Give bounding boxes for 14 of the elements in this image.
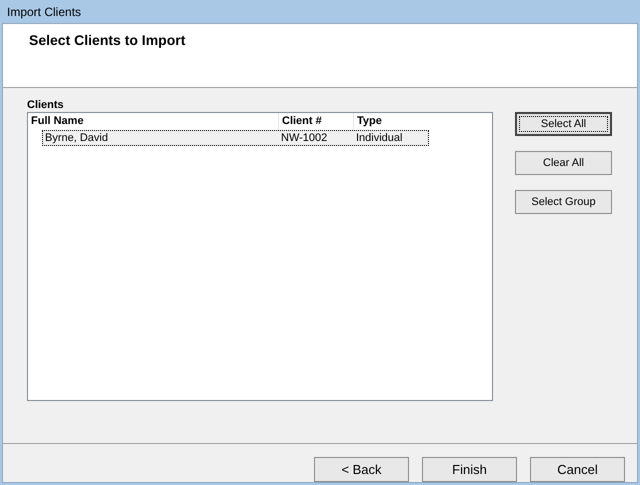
section-label: Clients [27, 98, 65, 112]
wizard-button[interactable]: < Back [314, 457, 409, 482]
wizard-button[interactable]: Finish [422, 457, 517, 482]
page-heading: Select Clients to Import [29, 32, 186, 48]
wizard-button[interactable]: Cancel [530, 457, 625, 482]
action-button[interactable]: Select All [515, 112, 612, 136]
table-cell-text: Byrne, David [44, 130, 109, 146]
action-button[interactable]: Select Group [515, 190, 612, 214]
client-row[interactable]: Byrne, David NW-1002 Individual [42, 130, 429, 146]
action-button[interactable]: Clear All [515, 151, 612, 175]
window-title: Import Clients [7, 4, 82, 20]
table-cell-text: NW-1002 [280, 130, 328, 146]
column-header[interactable]: Full Name [28, 113, 278, 130]
table-cell-text: Individual [355, 130, 404, 146]
